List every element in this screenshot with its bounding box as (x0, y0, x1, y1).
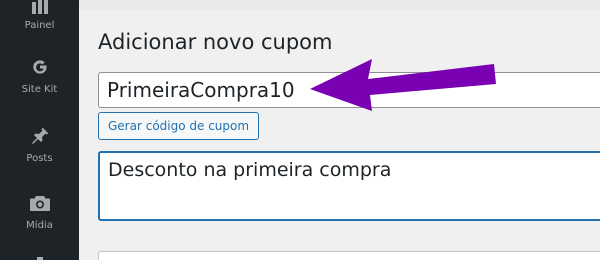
next-panel (98, 251, 600, 260)
page-title: Adicionar novo cupom (98, 30, 333, 54)
sidebar-item-midia[interactable]: Mídia (0, 192, 79, 231)
sidebar-item-label: Posts (26, 153, 53, 164)
top-strip (79, 0, 600, 10)
sidebar-item-site-kit[interactable]: Site Kit (0, 56, 79, 95)
admin-sidebar: Painel Site Kit Posts Mídia (0, 0, 79, 260)
sidebar-item-posts[interactable]: Posts (0, 125, 79, 164)
camera-icon (29, 192, 51, 214)
sidebar-item-next[interactable] (0, 248, 79, 260)
menu-icon-partial (29, 248, 51, 260)
sidebar-item-label: Painel (24, 20, 55, 31)
google-g-icon (29, 56, 51, 78)
coupon-code-input[interactable] (98, 72, 600, 108)
coupon-description-textarea[interactable]: Desconto na primeira compra (98, 151, 600, 221)
sidebar-item-painel[interactable]: Painel (0, 0, 79, 31)
dashboard-bar-chart-icon (29, 0, 51, 14)
sidebar-item-label: Mídia (26, 220, 53, 231)
sidebar-item-label: Site Kit (21, 84, 58, 95)
main-content: Adicionar novo cupom Gerar código de cup… (79, 0, 600, 260)
generate-coupon-code-button[interactable]: Gerar código de cupom (98, 112, 260, 140)
pushpin-icon (29, 125, 51, 147)
